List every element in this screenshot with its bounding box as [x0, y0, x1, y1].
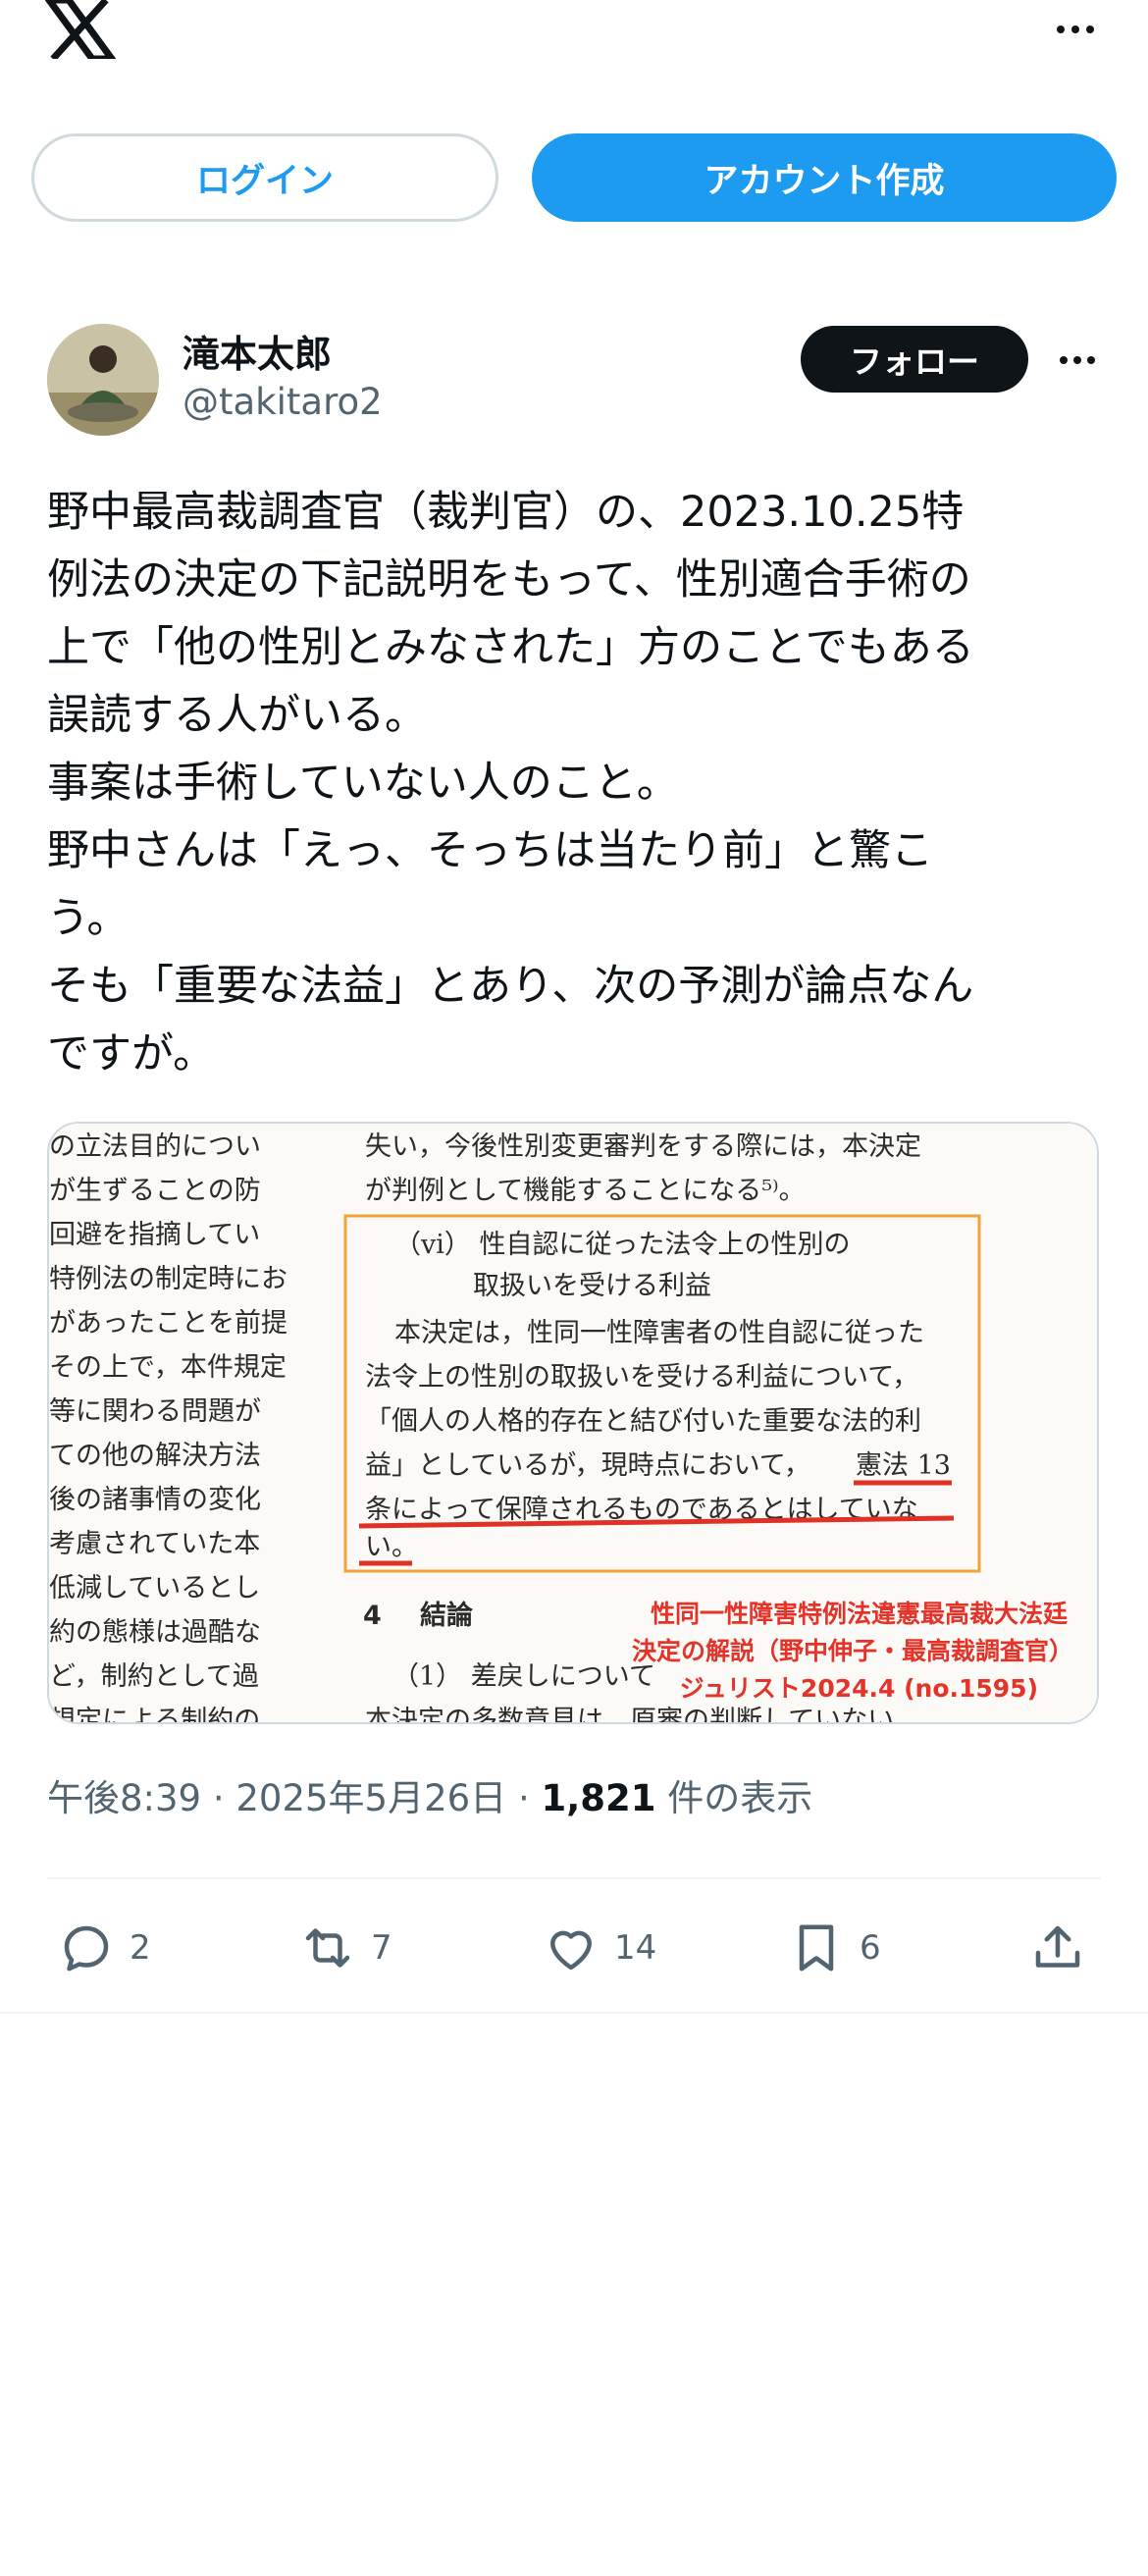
user-handle[interactable]: @takitaro2: [183, 381, 383, 423]
right-line: 失い，今後性別変更審判をする際には，本決定: [365, 1131, 921, 1162]
caption-line: 性同一性障害特例法違憲最高裁大法廷: [651, 1600, 1068, 1628]
left-line: 回避を指摘してい: [49, 1220, 260, 1250]
left-line: 規定による制約の: [49, 1706, 260, 1724]
box-line: い。: [365, 1532, 418, 1562]
action-bar: 2 7 14 6: [47, 1914, 1101, 1982]
left-line: 約の態様は過酷な: [49, 1617, 261, 1648]
left-line: ての他の解決方法: [49, 1441, 261, 1471]
avatar[interactable]: [47, 324, 159, 436]
post-more-icon[interactable]: [1054, 353, 1101, 367]
post-author: 滝本太郎 @takitaro2 フォロー: [47, 324, 1101, 442]
bookmark-button[interactable]: 6: [787, 1914, 881, 1982]
post-meta: 午後8:39 · 2025年5月26日 · 1,821 件の表示: [47, 1768, 812, 1821]
retweet-count: 7: [371, 1928, 392, 1968]
left-line: 特例法の制定時にお: [49, 1264, 287, 1294]
left-line: があったことを前提: [49, 1308, 287, 1339]
left-line: 考慮されていた本: [49, 1529, 260, 1559]
reply-icon: [64, 1925, 109, 1971]
tweet-image[interactable]: の立法目的につい が生ずることの防 回避を指摘してい 特例法の制定時にお があっ…: [47, 1122, 1099, 1724]
box-line: 「個人の人格的存在と結び付いた重要な法的利: [365, 1406, 921, 1437]
bookmark-icon: [799, 1924, 834, 1971]
view-count: 1,821: [541, 1777, 656, 1819]
auth-buttons: ログイン アカウント作成: [31, 133, 1117, 224]
section-number: 4: [363, 1601, 382, 1631]
more-icon[interactable]: [1046, 18, 1105, 41]
follow-button[interactable]: フォロー: [801, 326, 1028, 393]
bookmark-count: 6: [860, 1928, 881, 1968]
post-date[interactable]: 2025年5月26日: [235, 1777, 506, 1819]
box-heading: （vi） 性自認に従った法令上の性別の: [394, 1230, 850, 1260]
retweet-icon: [305, 1928, 350, 1968]
section-title: 結論: [420, 1600, 473, 1631]
left-line: 低減しているとし: [49, 1573, 260, 1603]
left-line: ど，制約として過: [49, 1661, 259, 1692]
left-line: の立法目的につい: [49, 1131, 261, 1162]
divider: [47, 1877, 1101, 1879]
box-line: 本決定は，性同一性障害者の性自認に従った: [394, 1318, 924, 1348]
share-button[interactable]: [1028, 1914, 1087, 1982]
cut-line: 本決定の多数意見は，原審の判断していない: [365, 1706, 894, 1724]
box-line: 益」としているが，現時点において，: [365, 1450, 810, 1481]
caption-line: ジュリスト2024.4 (no.1595): [680, 1674, 1038, 1703]
login-button[interactable]: ログイン: [31, 133, 498, 222]
box-heading: 取扱いを受ける利益: [473, 1271, 711, 1301]
reply-button[interactable]: 2: [57, 1914, 151, 1982]
box-line: 憲法 13: [856, 1450, 951, 1481]
right-line: が判例として機能することになる⁵⁾。: [365, 1176, 806, 1206]
left-line: が生ずることの防: [49, 1176, 261, 1206]
view-label: 件の表示: [667, 1777, 813, 1819]
left-line: その上で，本件規定: [49, 1352, 287, 1383]
post-time[interactable]: 午後8:39: [47, 1777, 201, 1819]
like-count: 14: [614, 1928, 657, 1968]
sub-item: （1） 差戻しについて: [392, 1661, 655, 1692]
heart-icon: [550, 1930, 592, 1971]
like-button[interactable]: 14: [542, 1914, 656, 1982]
tweet-text: 野中最高裁調査官（裁判官）の、2023.10.25特 例法の決定の下記説明をもっ…: [47, 488, 974, 1078]
display-name[interactable]: 滝本太郎: [183, 324, 332, 378]
divider: [0, 2012, 1148, 2014]
meta-separator: ·: [517, 1777, 530, 1819]
retweet-button[interactable]: 7: [298, 1914, 392, 1982]
top-bar: [0, 0, 1148, 79]
meta-separator: ·: [212, 1777, 225, 1819]
left-line: 等に関わる問題が: [49, 1396, 261, 1427]
x-logo-icon[interactable]: [45, 0, 116, 59]
avatar-image: [47, 324, 159, 436]
share-icon: [1035, 1925, 1080, 1968]
box-line: 法令上の性別の取扱いを受ける利益について，: [365, 1362, 918, 1393]
reply-count: 2: [130, 1928, 151, 1968]
signup-button[interactable]: アカウント作成: [532, 133, 1117, 222]
left-line: 後の諸事情の変化: [49, 1485, 261, 1515]
scanned-document: の立法目的につい が生ずることの防 回避を指摘してい 特例法の制定時にお があっ…: [49, 1124, 1097, 1724]
caption-line: 決定の解説（野中伸子・最高裁調査官）: [632, 1637, 1073, 1665]
